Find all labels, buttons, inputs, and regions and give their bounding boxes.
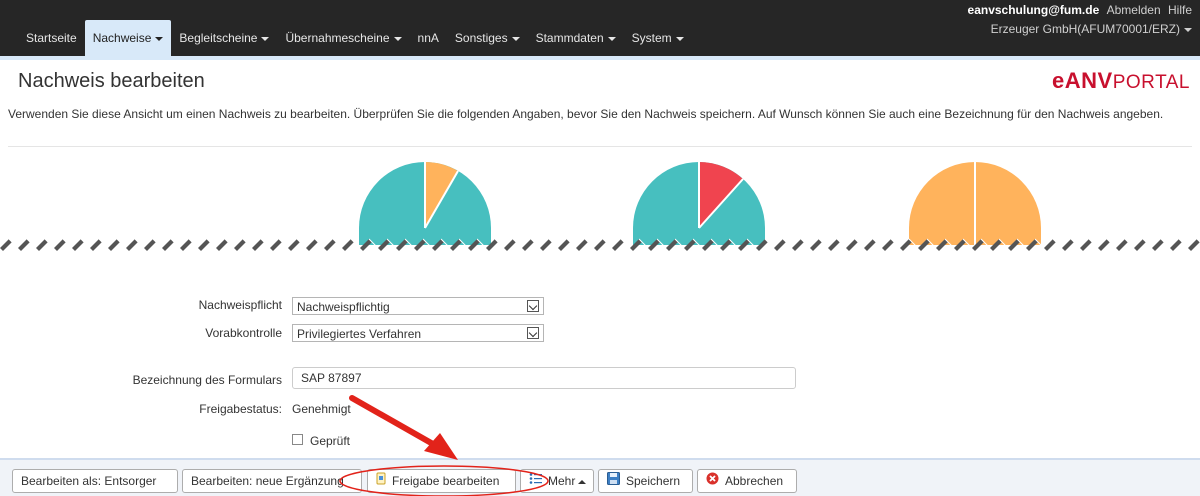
freigabestatus-value: Genehmigt xyxy=(292,402,351,416)
nav-nna[interactable]: nnA xyxy=(410,20,447,56)
user-info: eanvschulung@fum.de Abmelden Hilfe xyxy=(968,3,1192,17)
vorabkontrolle-label: Vorabkontrolle xyxy=(205,326,282,340)
nav-uebernahmescheine[interactable]: Übernahmescheine xyxy=(277,20,409,56)
help-link[interactable]: Hilfe xyxy=(1168,3,1192,17)
red-arrow-annotation xyxy=(349,395,458,460)
main-menu: Startseite Nachweise Begleitscheine Über… xyxy=(18,20,692,56)
chevron-down-icon xyxy=(527,327,539,339)
nav-sonstiges[interactable]: Sonstiges xyxy=(447,20,528,56)
geprueft-checkbox[interactable] xyxy=(292,434,303,445)
user-email: eanvschulung@fum.de xyxy=(967,3,1100,17)
caret-icon xyxy=(607,36,616,41)
bezeichnung-label: Bezeichnung des Formulars xyxy=(132,373,282,387)
nachweispflicht-select[interactable]: Nachweispflichtig xyxy=(292,297,544,315)
caret-icon xyxy=(675,36,684,41)
caret-icon xyxy=(511,36,520,41)
top-navbar: Startseite Nachweise Begleitscheine Über… xyxy=(0,0,1200,56)
nav-begleitscheine[interactable]: Begleitscheine xyxy=(171,20,277,56)
edit-as-entsorger-button[interactable]: Bearbeiten als: Entsorger xyxy=(12,469,178,493)
nav-stammdaten[interactable]: Stammdaten xyxy=(528,20,624,56)
page-description: Verwenden Sie diese Ansicht um einen Nac… xyxy=(8,107,1164,121)
nav-startseite[interactable]: Startseite xyxy=(18,20,85,56)
save-button[interactable]: Speichern xyxy=(598,469,693,493)
geprueft-label: Geprüft xyxy=(310,434,351,448)
cancel-icon xyxy=(706,470,719,492)
freigabe-icon xyxy=(376,470,386,492)
freigabestatus-label: Freigabestatus: xyxy=(199,402,282,416)
nav-system[interactable]: System xyxy=(624,20,692,56)
caret-up-icon xyxy=(578,479,587,484)
mehr-dropdown-button[interactable]: Mehr xyxy=(520,469,594,493)
org-selector[interactable]: Erzeuger GmbH(AFUM70001/ERZ) xyxy=(991,22,1192,36)
nachweispflicht-label: Nachweispflicht xyxy=(198,298,282,312)
logout-link[interactable]: Abmelden xyxy=(1107,3,1161,17)
save-icon xyxy=(607,470,620,492)
bezeichnung-input[interactable] xyxy=(292,367,796,389)
caret-icon xyxy=(393,36,402,41)
caret-icon xyxy=(261,36,270,41)
caret-icon xyxy=(155,36,164,41)
navbar-divider xyxy=(0,56,1200,60)
cancel-button[interactable]: Abbrechen xyxy=(697,469,797,493)
page-title: Nachweis bearbeiten xyxy=(18,70,205,92)
eanv-portal-logo: eANVPORTAL xyxy=(1052,68,1190,93)
vorabkontrolle-select[interactable]: Privilegiertes Verfahren xyxy=(292,324,544,342)
edit-new-ergaenzung-button[interactable]: Bearbeiten: neue Ergänzung xyxy=(182,469,362,493)
list-icon xyxy=(529,470,542,492)
edit-freigabe-button[interactable]: Freigabe bearbeiten xyxy=(367,469,516,493)
divider xyxy=(8,146,1192,147)
torn-edge xyxy=(0,232,1200,254)
caret-icon xyxy=(1184,27,1192,32)
nav-nachweise[interactable]: Nachweise xyxy=(84,20,172,56)
chevron-down-icon xyxy=(527,300,539,312)
